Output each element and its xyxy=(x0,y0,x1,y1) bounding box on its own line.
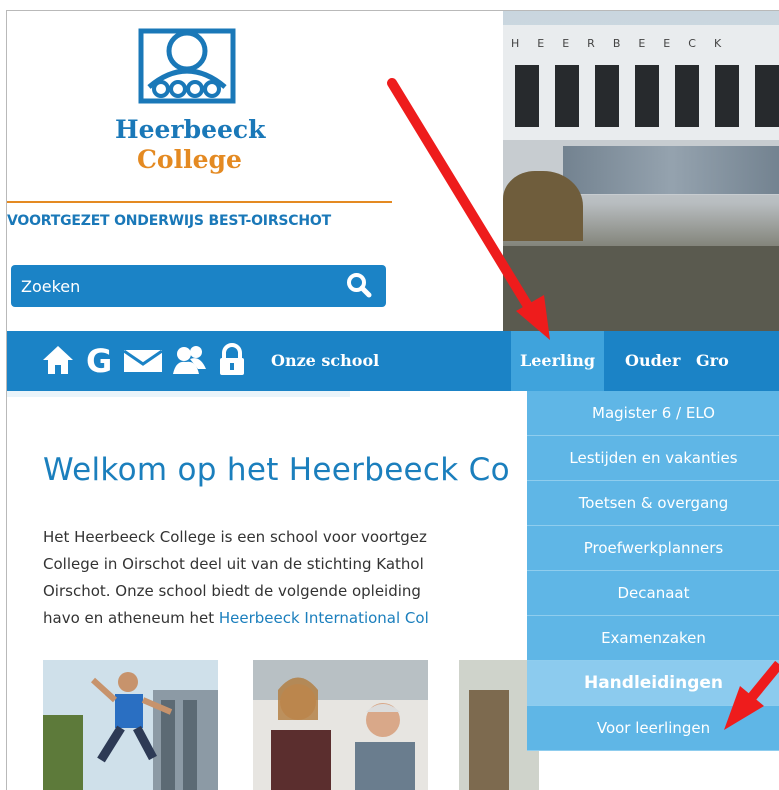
menu-item-magister[interactable]: Magister 6 / ELO xyxy=(527,391,779,436)
search-input[interactable]: Zoeken xyxy=(21,277,80,296)
nav-groep[interactable]: Gro xyxy=(688,331,737,391)
menu-item-decanaat[interactable]: Decanaat xyxy=(527,571,779,616)
building-window xyxy=(715,65,739,127)
home-icon[interactable] xyxy=(41,343,75,377)
building-window xyxy=(635,65,659,127)
menu-item-examenzaken[interactable]: Examenzaken xyxy=(527,616,779,661)
leerling-dropdown-menu: Magister 6 / ELO Lestijden en vakanties … xyxy=(527,391,779,751)
nav-onze-school[interactable]: Onze school xyxy=(259,331,391,391)
header-logo-area: Heerbeeck College VOORTGEZET ONDERWIJS B… xyxy=(7,11,503,331)
school-tagline: VOORTGEZET ONDERWIJS BEST-OIRSCHOT xyxy=(7,213,331,229)
building-window xyxy=(515,65,539,127)
building-lettering: HEERBEECK xyxy=(511,37,740,50)
menu-item-lestijden[interactable]: Lestijden en vakanties xyxy=(527,436,779,481)
main-navbar: G Onze school Leerling Ouder Gro xyxy=(7,331,779,391)
menu-item-proefwerkplanners[interactable]: Proefwerkplanners xyxy=(527,526,779,571)
plaza xyxy=(503,246,779,331)
intro-text: havo en atheneum het xyxy=(43,609,219,627)
search-icon[interactable] xyxy=(346,272,372,298)
school-logo-icon[interactable] xyxy=(135,25,239,107)
building-window xyxy=(755,65,779,127)
users-icon[interactable] xyxy=(172,343,208,377)
building-glass xyxy=(563,146,779,194)
international-college-link[interactable]: Heerbeeck International Col xyxy=(219,609,429,627)
building-window xyxy=(555,65,579,127)
building-window xyxy=(675,65,699,127)
browser-viewport: Heerbeeck College VOORTGEZET ONDERWIJS B… xyxy=(6,10,779,790)
logo-divider xyxy=(7,201,392,203)
tree xyxy=(503,171,583,241)
lock-icon[interactable] xyxy=(217,343,247,377)
nav-leerling[interactable]: Leerling xyxy=(511,331,605,391)
menu-item-handleidingen[interactable]: Handleidingen xyxy=(527,661,779,706)
thumbnail-teacher-student[interactable] xyxy=(253,660,428,790)
building-window xyxy=(595,65,619,127)
logo-name-line2[interactable]: College xyxy=(137,145,242,174)
menu-item-voor-leerlingen[interactable]: Voor leerlingen xyxy=(527,706,779,751)
search-bar[interactable]: Zoeken xyxy=(11,265,386,307)
svg-text:G: G xyxy=(86,343,112,377)
menu-item-toetsen[interactable]: Toetsen & overgang xyxy=(527,481,779,526)
nav-underbar xyxy=(7,391,350,397)
nav-ouder[interactable]: Ouder xyxy=(617,331,688,391)
mail-icon[interactable] xyxy=(122,343,164,377)
google-icon[interactable]: G xyxy=(85,343,115,377)
building-facade: HEERBEECK xyxy=(503,25,779,140)
header-photo: HEERBEECK xyxy=(503,11,779,331)
thumbnail-jumping-student[interactable] xyxy=(43,660,218,790)
page-title: Welkom op het Heerbeeck Co xyxy=(43,452,510,488)
logo-name-line1[interactable]: Heerbeeck xyxy=(115,115,265,144)
